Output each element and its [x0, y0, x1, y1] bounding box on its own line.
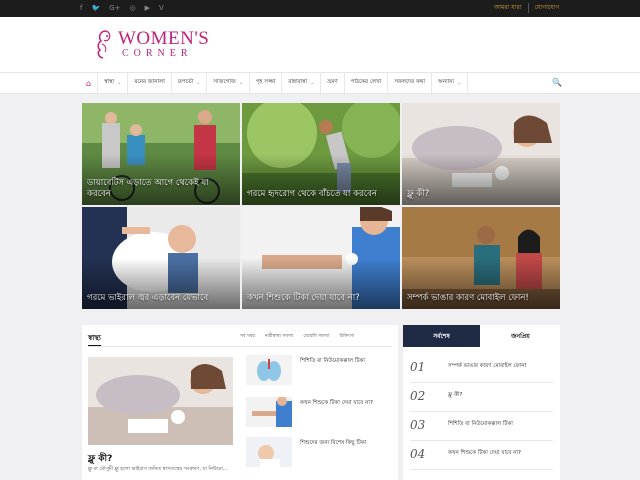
list-item[interactable]: শিশুদের জন্য বিশেষ কিছু টিকা: [246, 437, 392, 467]
search-icon[interactable]: 🔍: [552, 78, 562, 87]
list-title: কখন শিশুকে টিকা দেয়া যাবে না?: [300, 400, 373, 406]
section-title: স্বাস্থ্য: [88, 332, 101, 347]
chevron-down-icon: ⌄: [238, 80, 244, 86]
tile-caption: গরমে হৃদরোগ থেকে বাঁচতে যা করবেন: [247, 189, 377, 199]
nav-item-health[interactable]: স্বাস্থ্য ⌄: [97, 73, 127, 93]
list-item[interactable]: কখন শিশুকে টিকা দেয়া যাবে না?: [246, 397, 392, 427]
tile-caption: কখন শিশুকে টিকা দেয়া যাবে না?: [247, 293, 360, 303]
logo-subtitle: CORNER: [122, 48, 193, 59]
list-thumbnail: [246, 397, 292, 427]
twitter-icon[interactable]: 🐦: [91, 3, 100, 13]
contact-link[interactable]: যোগাযোগ: [527, 3, 566, 13]
chevron-down-icon: ⌄: [310, 80, 315, 86]
site-header: WOMEN'S CORNER: [0, 17, 640, 72]
facebook-icon[interactable]: f: [80, 3, 82, 13]
item-title: কখন শিশুকে টিকা দেয়া যাবে না?: [448, 450, 521, 456]
item-title: শিশিতি বা নিউমোকক্কাল টিকা: [448, 421, 513, 427]
item-title: সম্পর্ক ভাঙার কারণ মোবাইল ফোন!: [448, 363, 527, 369]
google-plus-icon[interactable]: G+: [109, 3, 120, 13]
chevron-down-icon: ⌄: [457, 80, 462, 86]
tile-caption: ফ্লু কী?: [407, 189, 430, 199]
woman-silhouette-icon: [97, 30, 111, 59]
main-nav: ⌂ স্বাস্থ্য ⌄ মনের জানালা রূপচর্চা ⌄ সাজগো…: [0, 72, 640, 94]
top-links: আমরা যারা যোগাযোগ: [488, 3, 565, 13]
section-tabs: সব খবর নারীস্বাস্থ্য সমস্যা মেয়েলি সমস্…: [240, 333, 354, 340]
featured-tile[interactable]: গরমে ভাইরাল জ্বর এড়াবেন যেভাবে: [82, 207, 240, 309]
tab-feminine-issues[interactable]: মেয়েলি সমস্যা: [303, 333, 329, 340]
tile-caption: সম্পর্ক ভাঙার কারণ মোবাইল ফোন!: [407, 293, 529, 303]
tab-popular[interactable]: জনপ্রিয়: [481, 325, 560, 347]
item-number: 02: [410, 389, 426, 403]
nav-item-beauty[interactable]: রূপচর্চা ⌄: [170, 73, 206, 93]
home-icon[interactable]: ⌂: [82, 73, 97, 93]
list-title: শিশিতি বা নিউমোকক্কাল টিকা: [300, 358, 365, 364]
sidebar-item[interactable]: 01 সম্পর্ক ভাঙার কারণ মোবাইল ফোন!: [410, 354, 553, 383]
instagram-icon[interactable]: ◎: [129, 3, 135, 13]
item-number: 04: [410, 447, 426, 461]
nav-item-mind[interactable]: মনের জানালা: [127, 73, 170, 93]
social-links: f 🐦 G+ ◎ ▶ V: [80, 3, 164, 13]
logo-title: WOMEN'S: [118, 28, 210, 49]
nav-item-others[interactable]: অন্যান্য ⌄: [430, 73, 469, 93]
featured-tile[interactable]: গরমে হৃদরোগ থেকে বাঁচতে যা করবেন: [242, 103, 400, 205]
item-title: ফ্লু কী?: [448, 392, 463, 398]
list-item[interactable]: শিশিতি বা নিউমোকক্কাল টিকা: [246, 355, 392, 385]
feature-image[interactable]: [88, 357, 233, 445]
item-number: 03: [410, 418, 426, 432]
nav-item-makeup[interactable]: সাজগোজ ⌄: [206, 73, 249, 93]
health-section: স্বাস্থ্য সব খবর নারীস্বাস্থ্য সমস্যা মে…: [82, 325, 398, 480]
chevron-down-icon: ⌄: [117, 80, 122, 86]
featured-tile[interactable]: ফ্লু কী?: [402, 103, 560, 205]
list-thumbnail: [246, 437, 292, 467]
nav-item-success[interactable]: সফলদের কথা: [387, 73, 431, 93]
vimeo-icon[interactable]: V: [159, 3, 164, 13]
top-bar: f 🐦 G+ ◎ ▶ V আমরা যারা যোগাযোগ: [0, 0, 640, 17]
sidebar-item[interactable]: 04 কখন শিশুকে টিকা দেয়া যাবে না?: [410, 441, 553, 470]
tab-women-health[interactable]: নারীস্বাস্থ্য সমস্যা: [265, 333, 294, 340]
feature-title[interactable]: ফ্লু কী?: [88, 451, 112, 466]
feature-excerpt: ফ্লু বা মৌসুমী ফ্লু হলো ভাইরাস জনিত শ্বা…: [88, 466, 228, 472]
tile-caption: গরমে ভাইরাল জ্বর এড়াবেন যেভাবে: [87, 293, 209, 303]
divider: [88, 346, 392, 347]
nav-item-travel[interactable]: ভ্রমণ: [320, 73, 343, 93]
chevron-down-icon: ⌄: [196, 80, 201, 86]
tab-treatment[interactable]: চিকিৎসা: [339, 333, 354, 340]
tab-all-news[interactable]: সব খবর: [240, 333, 255, 340]
sidebar-item[interactable]: 03 শিশিতি বা নিউমোকক্কাল টিকা: [410, 412, 553, 441]
latest-sidebar: সর্বশেষ জনপ্রিয় 01 সম্পর্ক ভাঙার কারণ ম…: [403, 325, 560, 480]
featured-tile[interactable]: ডায়াবেটিস এড়াতে আগে থেকেই যা করবেন: [82, 103, 240, 205]
tab-latest[interactable]: সর্বশেষ: [403, 325, 480, 347]
featured-tile[interactable]: সম্পর্ক ভাঙার কারণ মোবাইল ফোন!: [402, 207, 560, 309]
tile-caption: ডায়াবেটিস এড়াতে আগে থেকেই যা করবেন: [87, 178, 209, 199]
nav-item-reader[interactable]: পাঠকের লেখা: [343, 73, 388, 93]
list-thumbnail: [246, 355, 292, 385]
about-link[interactable]: আমরা যারা: [488, 3, 528, 13]
item-number: 01: [410, 360, 426, 374]
sick-woman-image: [88, 357, 233, 445]
youtube-icon[interactable]: ▶: [145, 3, 150, 13]
list-title: শিশুদের জন্য বিশেষ কিছু টিকা: [300, 440, 367, 446]
site-logo[interactable]: WOMEN'S CORNER: [92, 27, 209, 61]
nav-item-home-decor[interactable]: গৃহ সজ্জা: [249, 73, 281, 93]
sidebar-item[interactable]: 02 ফ্লু কী?: [410, 383, 553, 412]
featured-tile[interactable]: কখন শিশুকে টিকা দেয়া যাবে না?: [242, 207, 400, 309]
nav-item-cooking[interactable]: রান্নাবান্না ⌄: [281, 73, 320, 93]
